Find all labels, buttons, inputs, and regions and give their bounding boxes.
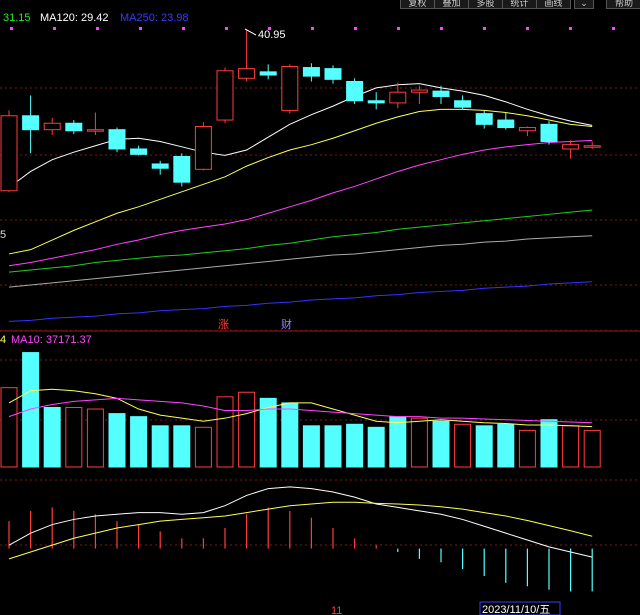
candle-body [173, 155, 191, 183]
candle-body [281, 65, 299, 111]
price-legend-value: 31.15 [3, 12, 31, 24]
candle-body [86, 129, 104, 132]
purple-marker-dot [440, 27, 443, 30]
candle-body [302, 67, 320, 77]
candle-body [238, 68, 256, 79]
candle-body [43, 122, 61, 131]
volume-bar [432, 420, 450, 468]
volume-bar [43, 407, 61, 468]
purple-marker-dot [483, 27, 486, 30]
marker-cai[interactable]: 财 [281, 317, 292, 331]
volume-legend-ma10: MA10: 37171.37 [11, 334, 92, 346]
volume-bar [302, 425, 320, 468]
x-axis-tick: 11 [331, 605, 342, 615]
date-label: 2023/11/10/五 [482, 604, 550, 615]
candle-body [562, 144, 580, 150]
volume-bar [475, 425, 493, 468]
volume-bar [22, 352, 40, 468]
candle-body [22, 115, 40, 131]
volume-bar [454, 423, 472, 468]
candle-body [108, 129, 126, 150]
macd-line-dif [8, 486, 593, 558]
candle-body [432, 90, 450, 97]
volume-bar [367, 426, 385, 468]
volume-bar [389, 416, 407, 468]
purple-marker-dot [96, 27, 99, 30]
volume-bar [346, 423, 364, 468]
candle-body [389, 91, 407, 104]
purple-marker-dot [397, 27, 400, 30]
left-cut-label: 5 [0, 229, 6, 241]
volume-bar [130, 416, 148, 468]
volume-bar [151, 425, 169, 468]
candle-body [0, 115, 18, 192]
candle-body [410, 89, 428, 93]
volume-bar [86, 408, 104, 468]
max-price-label: 40.95 [258, 29, 286, 41]
candle-body [259, 71, 277, 76]
volume-bar [173, 425, 191, 468]
volume-bar [238, 391, 256, 468]
volume-bar [324, 425, 342, 468]
price-panel [0, 30, 601, 322]
candle-body [194, 125, 212, 170]
volume-bar [108, 413, 126, 468]
volume-bar [281, 402, 299, 468]
stock-chart[interactable]: 31.15 MA120: 29.42 MA250: 23.98 5 40.95 … [0, 0, 640, 615]
price-legend-ma120: MA120: 29.42 [40, 12, 109, 24]
candle-body [151, 163, 169, 169]
purple-marker-dot [182, 27, 185, 30]
volume-bar [518, 429, 536, 468]
price-line-ma5 [8, 83, 593, 188]
candle-body [454, 100, 472, 108]
price-line-ma_long [8, 281, 593, 322]
candle-body [540, 123, 558, 142]
volume-bar [497, 423, 515, 468]
volume-bar [540, 419, 558, 468]
marker-zhang[interactable]: 涨 [218, 318, 229, 331]
candle-body [324, 68, 342, 80]
price-line-ma250 [8, 235, 593, 288]
purple-marker-dot [139, 27, 142, 30]
candle-body [583, 145, 601, 148]
volume-legend-value: 4 [0, 334, 6, 346]
purple-marker-dot [612, 27, 615, 30]
volume-bar [65, 407, 83, 468]
volume-panel [0, 352, 601, 468]
purple-marker-dot [10, 27, 13, 30]
candle-body [346, 80, 364, 102]
volume-bar [583, 429, 601, 468]
purple-marker-dot [53, 27, 56, 30]
macd-panel [8, 486, 593, 592]
candle-body [65, 122, 83, 132]
candle-body [216, 70, 234, 121]
candle-body [475, 113, 493, 125]
price-legend-ma250: MA250: 23.98 [120, 12, 189, 24]
purple-marker-dot [569, 27, 572, 30]
candle-body [367, 100, 385, 104]
volume-bar [194, 426, 212, 468]
volume-bar [410, 417, 428, 468]
purple-marker-dot [354, 27, 357, 30]
purple-marker-dot [311, 27, 314, 30]
candle-body [497, 119, 515, 129]
price-line-ma60 [8, 139, 593, 267]
purple-marker-dot [526, 27, 529, 30]
candle-body [518, 127, 536, 132]
candle-body [130, 148, 148, 155]
volume-bar [216, 396, 234, 468]
volume-bar [562, 425, 580, 468]
macd-line-dea [8, 501, 593, 560]
purple-marker-dot [225, 27, 228, 30]
